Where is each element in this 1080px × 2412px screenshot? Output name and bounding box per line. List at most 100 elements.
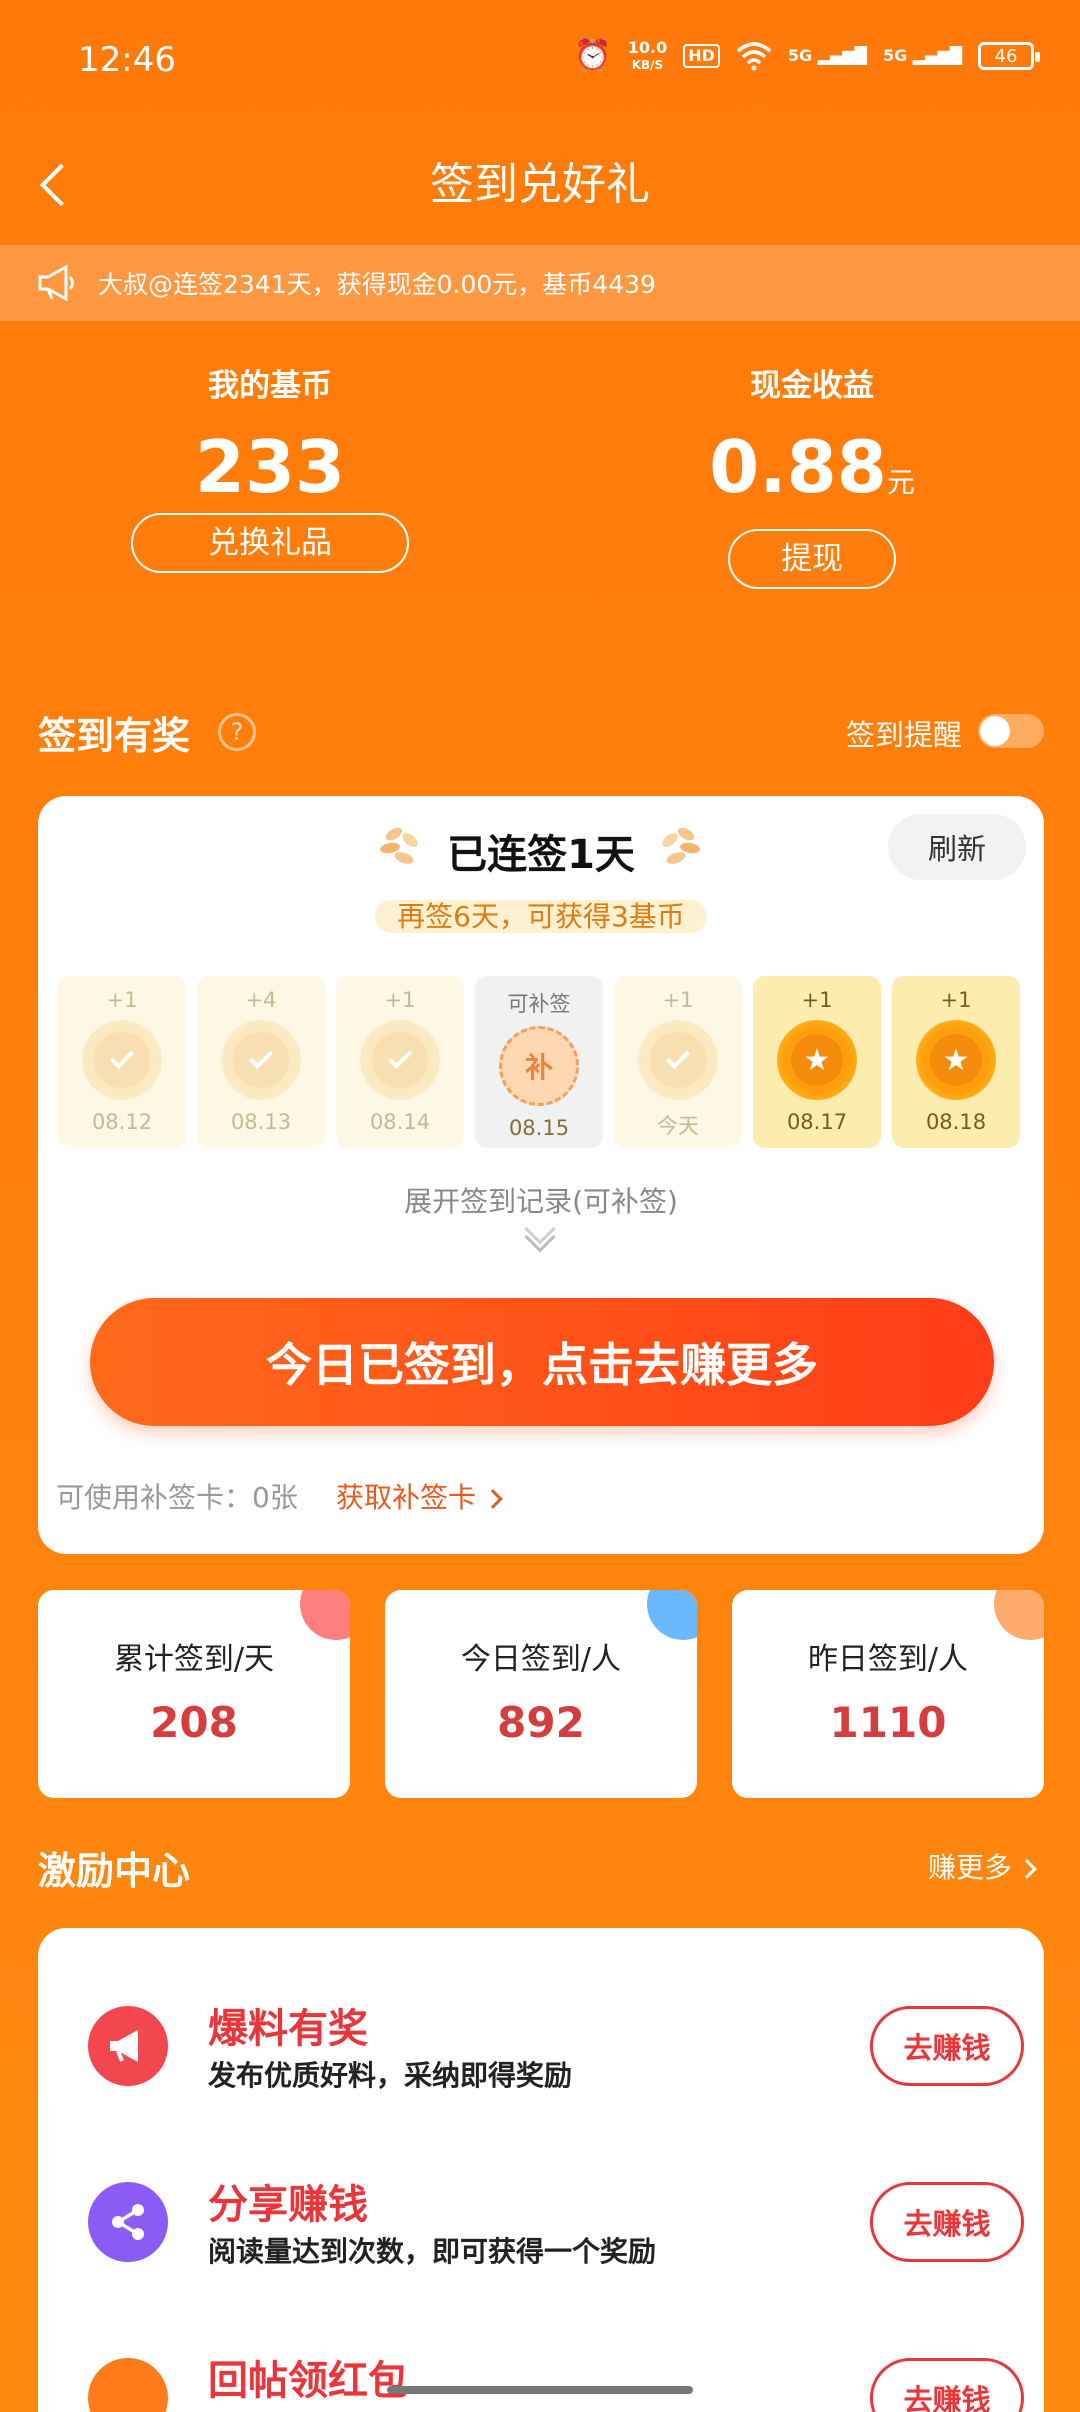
cash-label: 现金收益 (750, 368, 874, 404)
day-date: 08.12 (91, 1110, 153, 1134)
network-speed: 10.0 KB/S (628, 40, 667, 72)
alarm-icon: ⏰ (574, 38, 612, 73)
day-date: 08.14 (369, 1110, 431, 1134)
checkin-card: 已连签1天 刷新 再签6天，可获得3基币 +1 08.12 +4 08.13 +… (38, 796, 1044, 1554)
day-date: 08.15 (508, 1116, 570, 1140)
coins-label: 我的基币 (208, 368, 332, 404)
signal-1-label: 5G (787, 46, 813, 65)
battery-icon: 46 (978, 42, 1040, 70)
summary-value: 892 (497, 1698, 585, 1747)
day-bonus: +4 (245, 988, 277, 1012)
refresh-button[interactable]: 刷新 (888, 814, 1026, 880)
task-earn-button[interactable]: 去赚钱 (870, 2358, 1024, 2412)
task-title: 分享赚钱 (208, 2182, 368, 2228)
day-tile[interactable]: +1 ★ 08.18 (892, 976, 1020, 1148)
day-bonus: +1 (940, 988, 972, 1012)
day-tile-makeup[interactable]: 可补签 补 08.15 (475, 976, 603, 1148)
home-indicator[interactable] (387, 2386, 693, 2394)
streak-subtitle-wrap: 再签6天，可获得3基币 (38, 890, 1044, 944)
checkin-section-title: 签到有奖 (38, 714, 191, 758)
coins-value: 233 (194, 425, 346, 509)
reminder-toggle[interactable] (978, 714, 1044, 748)
makeup-coin-icon: 补 (499, 1026, 579, 1106)
chevron-right-icon (483, 1489, 503, 1509)
share-icon (88, 2182, 168, 2262)
corner-decoration (994, 1590, 1044, 1640)
corner-decoration (647, 1590, 697, 1640)
redeem-gift-button[interactable]: 兑换礼品 (131, 513, 409, 573)
notice-bar[interactable]: 大叔@连签2341天，获得现金0.00元，基币4439 (0, 245, 1080, 321)
laurel-right-icon (662, 827, 700, 864)
go-earn-more-button[interactable]: 今日已签到，点击去赚更多 (90, 1298, 994, 1426)
page-title: 签到兑好礼 (430, 159, 650, 210)
incentive-title: 激励中心 (38, 1849, 191, 1893)
today-checkin-card: 今日签到/人 892 (385, 1590, 697, 1798)
signal-2: 5G ▂▄▆█ (882, 46, 962, 65)
megaphone-icon (88, 2006, 168, 2086)
day-bonus: +1 (801, 988, 833, 1012)
summary-label: 今日签到/人 (460, 1642, 622, 1677)
task-desc: 阅读量达到次数，即可获得一个奖励 (208, 2235, 657, 2268)
task-title: 回帖领红包 (208, 2358, 408, 2404)
get-makeup-card-link[interactable]: 获取补签卡 (336, 1476, 503, 1516)
summary-value: 208 (150, 1698, 238, 1747)
yesterday-checkin-card: 昨日签到/人 1110 (732, 1590, 1044, 1798)
makeup-card-count: 可使用补签卡：0张 (56, 1481, 298, 1514)
checked-coin-icon (82, 1020, 162, 1100)
day-bonus: +1 (106, 988, 138, 1012)
day-tile-today[interactable]: +1 今天 (614, 976, 742, 1148)
task-earn-button[interactable]: 去赚钱 (870, 2182, 1024, 2262)
status-bar: 12:46 ⏰ 10.0 KB/S HD 5G ▂▄▆█ 5G ▂▄▆█ 46 (0, 0, 1080, 120)
signal-2-label: 5G (882, 46, 908, 65)
day-bonus: 可补签 (507, 992, 571, 1016)
streak-subtitle: 再签6天，可获得3基币 (375, 900, 707, 933)
cash-value-wrap: 0.88元 (622, 427, 1002, 523)
notice-text: 大叔@连签2341天，获得现金0.00元，基币4439 (98, 270, 656, 299)
day-tile[interactable]: +1 08.14 (336, 976, 464, 1148)
network-speed-value: 10.0 (627, 38, 668, 57)
task-earn-button[interactable]: 去赚钱 (870, 2006, 1024, 2086)
star-coin-icon: ★ (777, 1020, 857, 1100)
summary-label: 昨日签到/人 (807, 1642, 969, 1677)
toggle-knob (980, 716, 1010, 746)
coins-block: 我的基币 233 兑换礼品 (80, 360, 460, 573)
checked-coin-icon (638, 1020, 718, 1100)
reply-icon (88, 2358, 168, 2412)
chevron-right-icon (1017, 1859, 1037, 1879)
day-bonus: +1 (662, 988, 694, 1012)
day-bonus: +1 (384, 988, 416, 1012)
network-speed-unit: KB/S (631, 58, 664, 72)
checked-coin-icon (221, 1020, 301, 1100)
summary-label: 累计签到/天 (113, 1642, 275, 1677)
day-tile[interactable]: +1 ★ 08.17 (753, 976, 881, 1148)
earn-more-label: 赚更多 (928, 1851, 1013, 1884)
day-date: 08.17 (786, 1110, 848, 1134)
megaphone-icon (38, 264, 74, 302)
day-date: 08.13 (230, 1110, 292, 1134)
earn-more-link[interactable]: 赚更多 (928, 1846, 1037, 1886)
expand-chevron-icon[interactable] (524, 1213, 556, 1253)
day-tile[interactable]: +1 08.12 (58, 976, 186, 1148)
withdraw-button[interactable]: 提现 (728, 529, 896, 589)
cash-unit: 元 (886, 466, 915, 499)
summary-value: 1110 (829, 1698, 947, 1747)
task-desc: 发布优质好料，采纳即得奖励 (208, 2059, 573, 2092)
help-icon[interactable]: ? (218, 713, 256, 751)
star-coin-icon: ★ (916, 1020, 996, 1100)
reminder-label: 签到提醒 (846, 718, 963, 752)
day-date: 08.18 (925, 1110, 987, 1134)
task-title: 爆料有奖 (208, 2006, 368, 2052)
back-button[interactable] (20, 150, 90, 220)
get-makeup-card-label: 获取补签卡 (336, 1481, 477, 1514)
day-tile[interactable]: +4 08.13 (197, 976, 325, 1148)
wifi-icon (736, 42, 772, 71)
status-icons: ⏰ 10.0 KB/S HD 5G ▂▄▆█ 5G ▂▄▆█ 46 (574, 38, 1040, 73)
cash-block: 现金收益 0.88元 提现 (622, 360, 1002, 589)
back-arrow-icon (39, 163, 83, 207)
checked-coin-icon (360, 1020, 440, 1100)
signal-1: 5G ▂▄▆█ (787, 46, 867, 65)
day-date: 今天 (657, 1114, 699, 1138)
cash-value: 0.88 (709, 425, 887, 509)
total-checkin-card: 累计签到/天 208 (38, 1590, 350, 1798)
corner-decoration (300, 1590, 350, 1640)
